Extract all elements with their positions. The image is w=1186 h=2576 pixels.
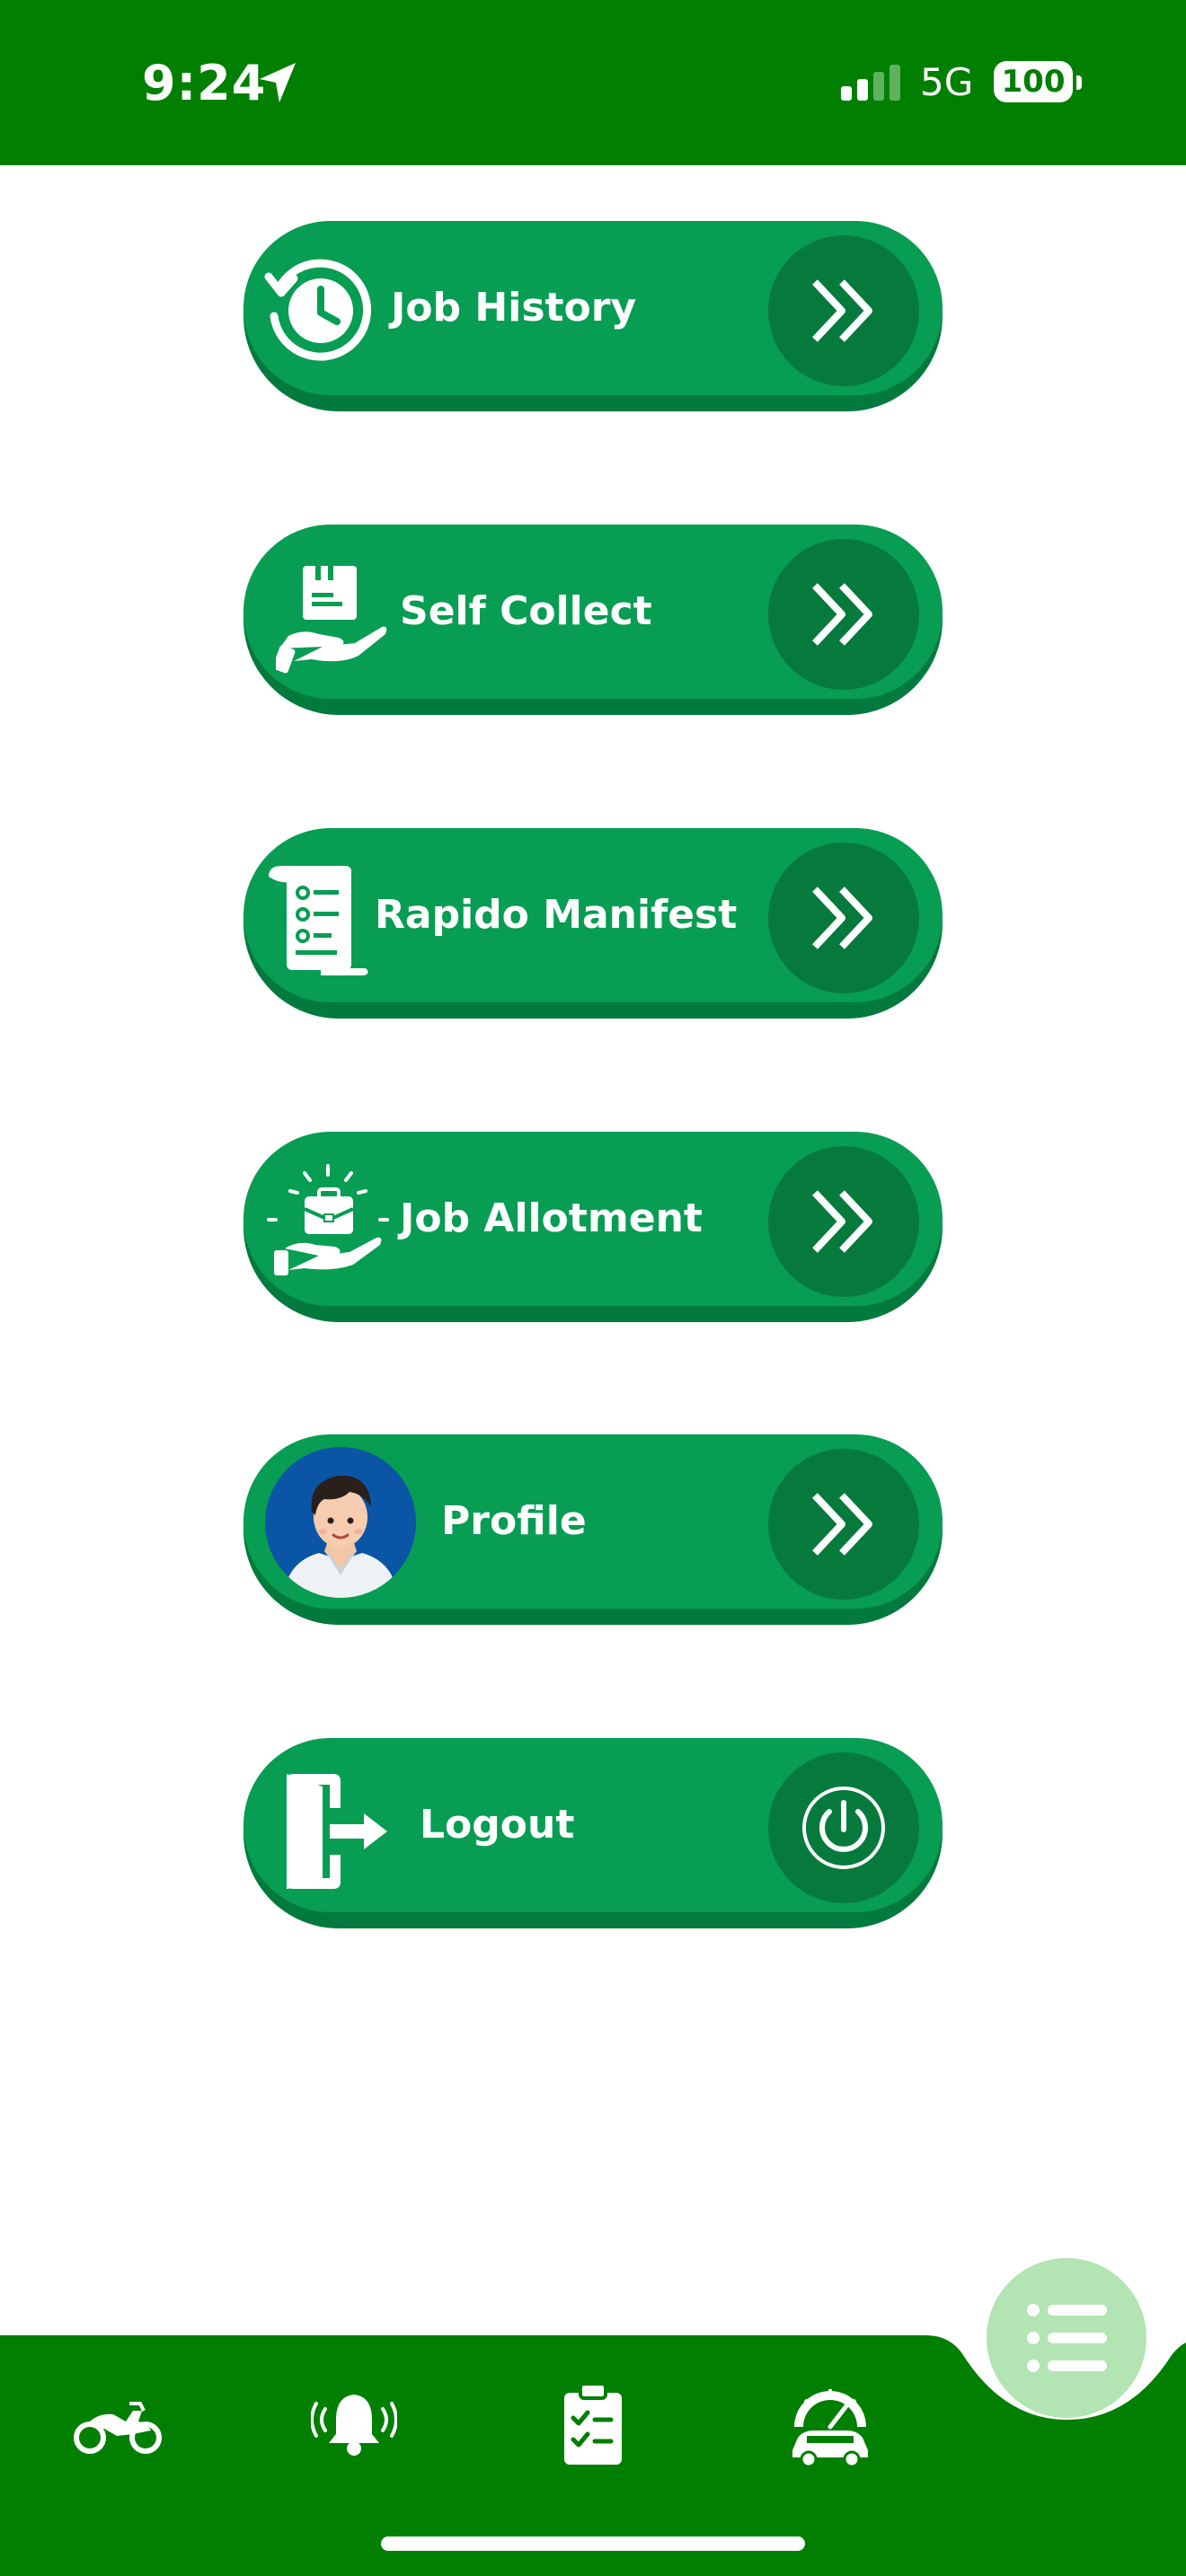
job-history-button[interactable]: Job History [243,221,943,411]
double-chevron-right-icon [812,1493,872,1556]
battery-icon: 100 [994,61,1073,102]
battery-nub [1076,75,1082,90]
network-label: 5G [920,60,974,104]
logout-button[interactable]: Logout [243,1738,943,1928]
list-menu-icon [1027,2304,1107,2372]
bell-ringing-icon[interactable] [311,2389,397,2461]
status-time: 9:24 [142,55,267,111]
double-chevron-right-icon [812,1190,872,1253]
avatar [265,1447,416,1598]
job-history-arrow[interactable] [768,235,919,386]
button-face: Job Allotment [243,1132,943,1306]
job-allotment-button[interactable]: Job Allotment [243,1132,943,1322]
logout-power-button[interactable] [768,1752,919,1903]
exit-door-icon [287,1774,387,1889]
status-bar: 9:24 5G 100 [0,0,1186,165]
button-face: Profile [243,1434,943,1609]
clock-history-icon [264,259,372,361]
profile-label: Profile [441,1498,587,1544]
rapido-manifest-button[interactable]: Rapido Manifest [243,828,943,1019]
self-collect-arrow[interactable] [768,539,919,690]
button-face: Logout [243,1738,943,1912]
job-history-label: Job History [391,285,637,331]
car-speedometer-icon[interactable] [787,2382,873,2468]
hand-package-icon [276,566,387,674]
motorbike-icon[interactable] [74,2398,164,2456]
menu-fab-button[interactable] [987,2258,1146,2418]
home-indicator [381,2536,805,2551]
button-face: Rapido Manifest [243,828,943,1002]
rapido-manifest-arrow[interactable] [768,842,919,993]
double-chevron-right-icon [812,279,872,342]
clipboard-checklist-icon[interactable] [561,2382,625,2466]
button-face: Job History [243,221,943,395]
double-chevron-right-icon [812,887,872,949]
logout-label: Logout [420,1802,575,1848]
signal-bars-icon [841,65,900,101]
self-collect-button[interactable]: Self Collect [243,525,943,715]
double-chevron-right-icon [812,583,872,646]
job-allotment-arrow[interactable] [768,1146,919,1297]
rapido-manifest-label: Rapido Manifest [375,892,738,938]
self-collect-label: Self Collect [400,588,652,634]
location-arrow-icon [260,63,296,102]
hand-briefcase-icon [267,1164,389,1275]
button-face: Self Collect [243,525,943,699]
scroll-list-icon [269,866,368,975]
profile-arrow[interactable] [768,1449,919,1600]
profile-button[interactable]: Profile [243,1434,943,1625]
power-icon [802,1786,885,1869]
job-allotment-label: Job Allotment [400,1195,703,1241]
